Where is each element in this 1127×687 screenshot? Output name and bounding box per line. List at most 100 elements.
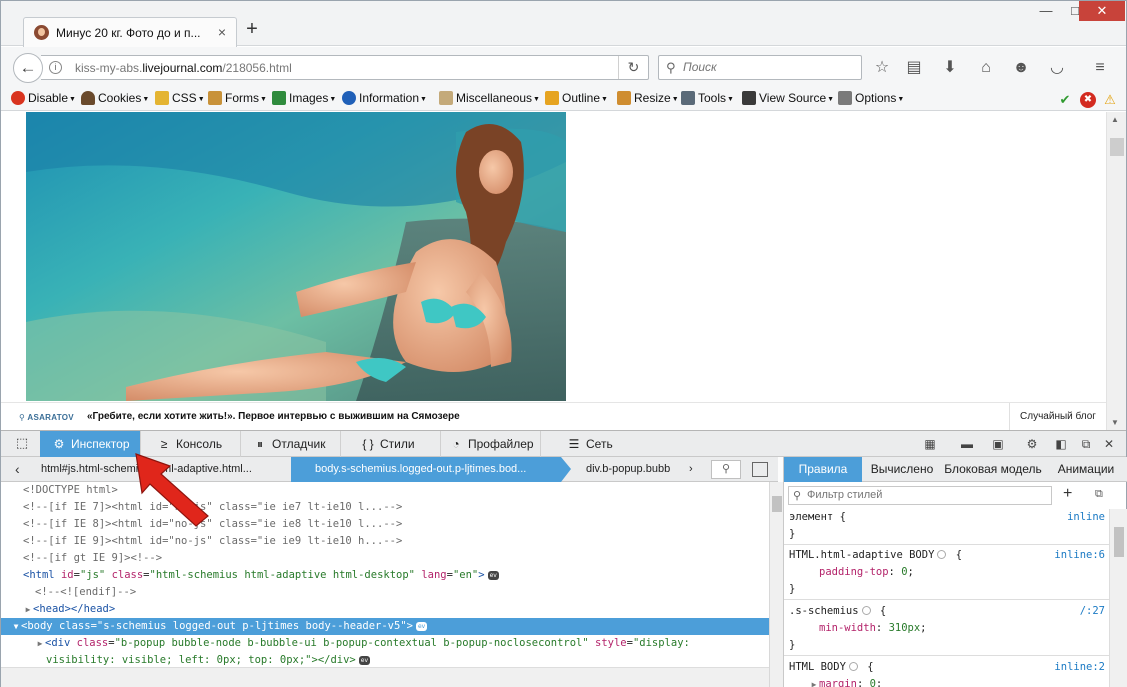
rule-selector[interactable]: HTML BODY {inline:2 [789, 659, 1105, 676]
reading-list-icon[interactable]: ▤ [903, 57, 925, 79]
undock-icon[interactable]: ⧉ [1077, 436, 1095, 452]
rule-declaration[interactable]: ▶ margin: 0; [789, 676, 1105, 687]
scroll-thumb[interactable] [1110, 138, 1124, 156]
search-input[interactable] [683, 60, 853, 74]
tab-animations[interactable]: Анимации [1046, 457, 1126, 482]
tab-close-icon[interactable]: × [218, 24, 226, 40]
markup-line-div[interactable]: ▶ <div class="b-popup bubble-node b-bubbl… [1, 635, 769, 652]
chat-icon[interactable]: ☻ [1010, 57, 1032, 79]
author-link[interactable]: ⚲ ASARATOV [19, 413, 74, 422]
new-tab-button[interactable]: + [242, 19, 262, 39]
dock-side-icon[interactable]: ◧ [1052, 436, 1070, 452]
event-badge[interactable]: ev [358, 656, 371, 665]
expand-arrow-icon[interactable]: ▶ [809, 676, 819, 687]
split-console-icon[interactable]: ▬ [958, 436, 976, 452]
rules-scrollbar[interactable] [1109, 509, 1127, 687]
dev-menu-resize[interactable]: Resize▼ [617, 91, 679, 107]
downloads-icon[interactable]: ⬇ [939, 57, 961, 79]
event-badge[interactable]: ev [487, 571, 499, 580]
check-icon[interactable]: ✔ [1057, 92, 1073, 108]
random-blog-button[interactable]: Случайный блог [1009, 403, 1106, 431]
markup-line[interactable]: <!--[if gt IE 9]><!--> [1, 550, 769, 567]
tab-rules[interactable]: Правила [784, 457, 862, 482]
breadcrumb-item-html[interactable]: html#js.html-schemius.html-adaptive.html… [41, 457, 286, 482]
menu-icon[interactable]: ≡ [1089, 57, 1111, 79]
scroll-down-icon[interactable]: ▼ [1111, 418, 1119, 427]
tab-profiler[interactable]: ◔ Профайлер [441, 431, 541, 457]
browser-tab[interactable]: Минус 20 кг. Фото до и п... × [23, 17, 237, 47]
markup-line[interactable]: <!DOCTYPE html> [1, 482, 769, 499]
dev-menu-cookies[interactable]: Cookies▼ [81, 91, 149, 107]
markup-line-head[interactable]: ▶ <head></head> [1, 601, 769, 618]
url-text[interactable]: kiss-my-abs.livejournal.com/218056.html [75, 61, 292, 75]
dev-menu-view-source[interactable]: View Source▼ [742, 91, 834, 107]
markup-search-icon[interactable]: ⚲ [711, 460, 741, 479]
bookmark-star-icon[interactable]: ☆ [871, 57, 893, 79]
breadcrumb-next-icon[interactable]: › [689, 457, 701, 482]
warning-icon[interactable]: ⚠ [1102, 92, 1118, 108]
rule-selector[interactable]: .s-schemius {/:27 [789, 603, 1105, 620]
markup-line-html[interactable]: <html id="js" class="html-schemius html-… [1, 567, 769, 584]
back-button[interactable]: ← [13, 53, 43, 83]
element-picker-icon[interactable]: ⬚ [9, 435, 35, 453]
dev-menu-disable[interactable]: Disable▼ [11, 91, 76, 107]
filter-styles[interactable]: ⚲ [788, 486, 1052, 505]
expand-arrow-icon[interactable]: ▶ [35, 635, 45, 652]
markup-scrollbar[interactable] [769, 482, 783, 687]
tab-inspector[interactable]: ⚙ Инспектор [40, 431, 141, 457]
markup-h-scrollbar[interactable] [1, 667, 769, 687]
dev-menu-outline[interactable]: Outline▼ [545, 91, 608, 107]
dev-menu-miscellaneous[interactable]: Miscellaneous▼ [439, 91, 540, 107]
toolbox-buttons-icon[interactable]: ▦ [921, 436, 939, 452]
breadcrumb-item-div[interactable]: div.b-popup.bubb [586, 457, 684, 482]
pseudo-class-icon[interactable]: ⧉ [1095, 488, 1103, 501]
tab-network[interactable]: ☰ Сеть [541, 431, 641, 457]
expand-arrow-icon[interactable]: ▶ [23, 601, 33, 618]
markup-scroll-thumb[interactable] [772, 496, 782, 512]
rule-declaration[interactable]: min-width: 310px; [789, 620, 1105, 637]
add-rule-button[interactable]: + [1063, 485, 1072, 503]
error-icon[interactable]: ✖ [1080, 92, 1096, 108]
rule-declaration[interactable]: padding-top: 0; [789, 564, 1105, 581]
markup-line[interactable]: <!--[if IE 7]><html id="no-js" class="ie… [1, 499, 769, 516]
pocket-icon[interactable]: ◡ [1046, 57, 1068, 79]
url-bar[interactable]: i kiss-my-abs.livejournal.com/218056.htm… [41, 55, 649, 80]
rule-gear-icon[interactable] [861, 606, 871, 615]
reload-icon[interactable]: ↻ [618, 56, 648, 79]
breadcrumb-item-body[interactable]: body.s-schemius.logged-out.p-ljtimes.bod… [291, 457, 561, 482]
headline-link[interactable]: «Гребите, если хотите жить!». Первое инт… [87, 411, 460, 422]
dev-menu-css[interactable]: CSS▼ [155, 91, 205, 107]
settings-gear-icon[interactable]: ⚙ [1023, 436, 1041, 452]
scroll-up-icon[interactable]: ▲ [1111, 115, 1119, 124]
markup-line[interactable]: <!--[if IE 8]><html id="no-js" class="ie… [1, 516, 769, 533]
close-devtools-icon[interactable]: ✕ [1100, 436, 1118, 452]
dev-menu-information[interactable]: Information▼ [342, 91, 427, 107]
toggle-sidebar-icon[interactable] [752, 462, 768, 477]
screenshot-icon[interactable]: ▣ [989, 436, 1007, 452]
home-icon[interactable]: ⌂ [975, 57, 997, 79]
tab-console[interactable]: ≥ Консоль [141, 431, 241, 457]
site-info-icon[interactable]: i [49, 61, 62, 74]
tab-debugger[interactable]: ⏸ Отладчик [241, 431, 341, 457]
tab-computed[interactable]: Вычислено [864, 457, 940, 482]
markup-line[interactable]: <!--<![endif]--> [1, 584, 769, 601]
search-bar[interactable]: ⚲ [658, 55, 862, 80]
page-scrollbar[interactable]: ▲ ▼ [1106, 112, 1126, 430]
collapse-arrow-icon[interactable]: ▼ [11, 618, 21, 635]
dev-menu-tools[interactable]: Tools▼ [681, 91, 734, 107]
event-badge[interactable]: ev [415, 622, 428, 631]
close-window-button[interactable]: ✕ [1079, 1, 1125, 21]
rule-selector[interactable]: HTML.html-adaptive BODY {inline:6 [789, 547, 1105, 564]
rule-gear-icon[interactable] [848, 662, 858, 671]
dev-menu-images[interactable]: Images▼ [272, 91, 336, 107]
markup-line-body-selected[interactable]: ▼ <body class="s-schemius logged-out p-lj… [1, 618, 769, 635]
markup-line[interactable]: <!--[if IE 9]><html id="no-js" class="ie… [1, 533, 769, 550]
breadcrumb-back-icon[interactable]: ‹ [15, 461, 20, 477]
rules-scroll-thumb[interactable] [1114, 527, 1124, 557]
tab-box-model[interactable]: Блоковая модель [941, 457, 1045, 482]
filter-styles-input[interactable] [807, 489, 1047, 501]
dev-menu-forms[interactable]: Forms▼ [208, 91, 267, 107]
rule-selector[interactable]: элемент {inline [789, 509, 1105, 526]
tab-styles[interactable]: { } Стили [341, 431, 441, 457]
minimize-button[interactable]: — [1031, 1, 1061, 21]
